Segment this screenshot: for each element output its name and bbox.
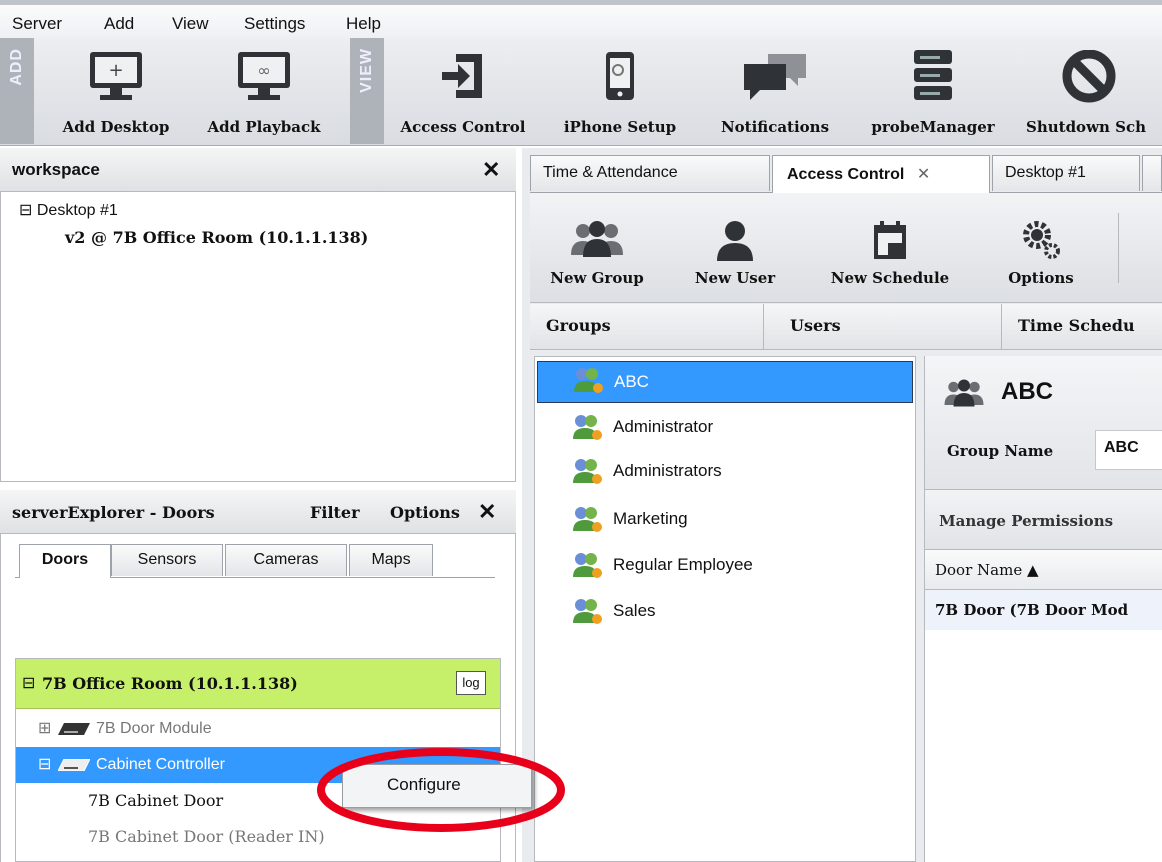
monitor-playback-icon: ∞ — [238, 52, 290, 100]
group-key-icon — [573, 553, 602, 578]
menu-bar: Server Add View Settings Help — [0, 0, 1162, 38]
collapse-icon[interactable]: ⊟ — [19, 202, 32, 219]
tab-sensors[interactable]: Sensors — [111, 544, 223, 576]
group-detail-header: ABC Group Name ABC — [925, 356, 1162, 490]
gears-icon — [1023, 221, 1060, 259]
new-schedule-button[interactable]: New Schedule — [810, 211, 970, 293]
options-button[interactable]: Options — [390, 503, 460, 522]
close-tab-icon[interactable]: ✕ — [917, 166, 930, 183]
tab-time-attendance[interactable]: Time & Attendance — [530, 155, 770, 191]
server-explorer-header: serverExplorer - Doors Filter Options ✕ — [0, 490, 516, 534]
group-key-icon — [573, 459, 602, 484]
shutdown-schedule-button[interactable]: Shutdown Sch — [1014, 38, 1162, 144]
document-tabs: Time & Attendance Access Control ✕ Deskt… — [530, 155, 1162, 193]
group-key-icon — [574, 368, 603, 393]
server-explorer-tabs: Doors Sensors Cameras Maps — [15, 544, 495, 578]
expand-icon[interactable]: ⊞ — [38, 711, 51, 747]
door-module-icon — [58, 723, 90, 735]
monitor-plus-icon: + — [90, 52, 142, 100]
calendar-lock-icon — [874, 221, 906, 259]
server-stack-icon — [914, 50, 952, 100]
tree-desktop-node[interactable]: ⊟ Desktop #1 — [19, 200, 118, 220]
menu-settings[interactable]: Settings — [244, 14, 305, 34]
table-row[interactable]: 7B Door (7B Door Mod — [925, 590, 1162, 630]
view-section-tag: VIEW — [350, 38, 384, 144]
menu-add[interactable]: Add — [104, 14, 134, 34]
subtab-time-schedules[interactable]: Time Schedu — [1002, 304, 1162, 350]
workspace-tree: ⊟ Desktop #1 v2 @ 7B Office Room (10.1.1… — [0, 192, 516, 482]
iphone-setup-button[interactable]: iPhone Setup — [550, 38, 690, 144]
no-entry-icon — [1062, 50, 1116, 103]
group-detail-title: ABC — [1001, 378, 1053, 405]
server-explorer-close-icon[interactable]: ✕ — [478, 499, 496, 525]
manage-permissions-bar[interactable]: Manage Permissions — [925, 490, 1162, 550]
subtab-users[interactable]: Users — [764, 304, 1002, 350]
server-explorer-title: serverExplorer - Doors — [12, 503, 215, 522]
access-subtabs: Groups Users Time Schedu — [530, 304, 1162, 350]
svg-text:+: + — [108, 60, 123, 81]
menu-view[interactable]: View — [172, 14, 209, 34]
group-key-icon — [573, 415, 602, 440]
collapse-icon[interactable]: ⊟ — [38, 747, 51, 783]
group-key-icon — [573, 599, 602, 624]
group-name-label: Group Name — [947, 442, 1054, 460]
add-desktop-button[interactable]: + Add Desktop — [46, 38, 186, 144]
tab-access-control[interactable]: Access Control ✕ — [772, 155, 990, 193]
tree-camera-node[interactable]: v2 @ 7B Office Room (10.1.1.138) — [65, 228, 368, 247]
user-icon — [717, 221, 753, 261]
phone-icon — [606, 52, 634, 100]
group-detail: ABC Group Name ABC Manage Permissions Do… — [924, 356, 1162, 862]
notifications-button[interactable]: Notifications — [700, 38, 850, 144]
menu-server[interactable]: Server — [12, 14, 62, 34]
controller-icon — [58, 759, 90, 771]
probemanager-button[interactable]: probeManager — [858, 38, 1008, 144]
tab-overflow[interactable] — [1142, 155, 1162, 191]
menu-help[interactable]: Help — [346, 14, 381, 34]
tab-doors[interactable]: Doors — [19, 544, 111, 578]
new-user-button[interactable]: New User — [670, 211, 800, 293]
tab-maps[interactable]: Maps — [349, 544, 433, 576]
collapse-icon[interactable]: ⊟ — [22, 673, 35, 693]
main-toolbar: ADD + Add Desktop ∞ Add Playback VIEW Ac… — [0, 38, 1162, 146]
tab-cameras[interactable]: Cameras — [225, 544, 347, 576]
door-name-column-header[interactable]: Door Name ▲ — [925, 550, 1162, 590]
options-toolbar-button[interactable]: Options — [986, 211, 1096, 293]
group-icon — [571, 221, 623, 257]
group-icon — [944, 379, 984, 407]
list-item[interactable]: ABC — [537, 361, 913, 403]
workspace-title: workspace — [12, 160, 100, 179]
list-item[interactable]: Administrator — [537, 409, 905, 445]
root-node-office-room[interactable]: ⊟ 7B Office Room (10.1.1.138) log — [16, 659, 500, 709]
door-enter-icon — [442, 54, 482, 98]
group-name-input[interactable]: ABC — [1095, 430, 1162, 470]
workspace-header: workspace ✕ — [0, 148, 516, 192]
tree-row-door-module[interactable]: ⊞ 7B Door Module — [16, 711, 500, 747]
group-key-icon — [573, 507, 602, 532]
annotation-circle — [317, 748, 565, 832]
access-control-toolbar: New Group New User New Schedule Options — [530, 193, 1162, 303]
access-control-button[interactable]: Access Control — [388, 38, 538, 144]
list-item[interactable]: Administrators — [537, 453, 905, 489]
groups-list: ABC Administrator Administrators Marketi… — [534, 356, 916, 862]
chat-bubbles-icon — [744, 54, 806, 100]
add-playback-button[interactable]: ∞ Add Playback — [194, 38, 334, 144]
tab-desktop-1[interactable]: Desktop #1 — [992, 155, 1140, 191]
svg-text:∞: ∞ — [257, 61, 270, 80]
sort-ascending-icon: ▲ — [1026, 561, 1039, 579]
subtab-groups[interactable]: Groups — [530, 304, 764, 350]
workspace-close-icon[interactable]: ✕ — [482, 157, 500, 183]
new-group-button[interactable]: New Group — [530, 211, 664, 293]
add-section-tag: ADD — [0, 38, 34, 144]
list-item[interactable]: Regular Employee — [537, 547, 905, 583]
toolbar-divider — [1118, 213, 1119, 283]
filter-button[interactable]: Filter — [310, 503, 360, 522]
log-button[interactable]: log — [456, 671, 486, 695]
list-item[interactable]: Sales — [537, 593, 905, 629]
list-item[interactable]: Marketing — [537, 501, 905, 537]
